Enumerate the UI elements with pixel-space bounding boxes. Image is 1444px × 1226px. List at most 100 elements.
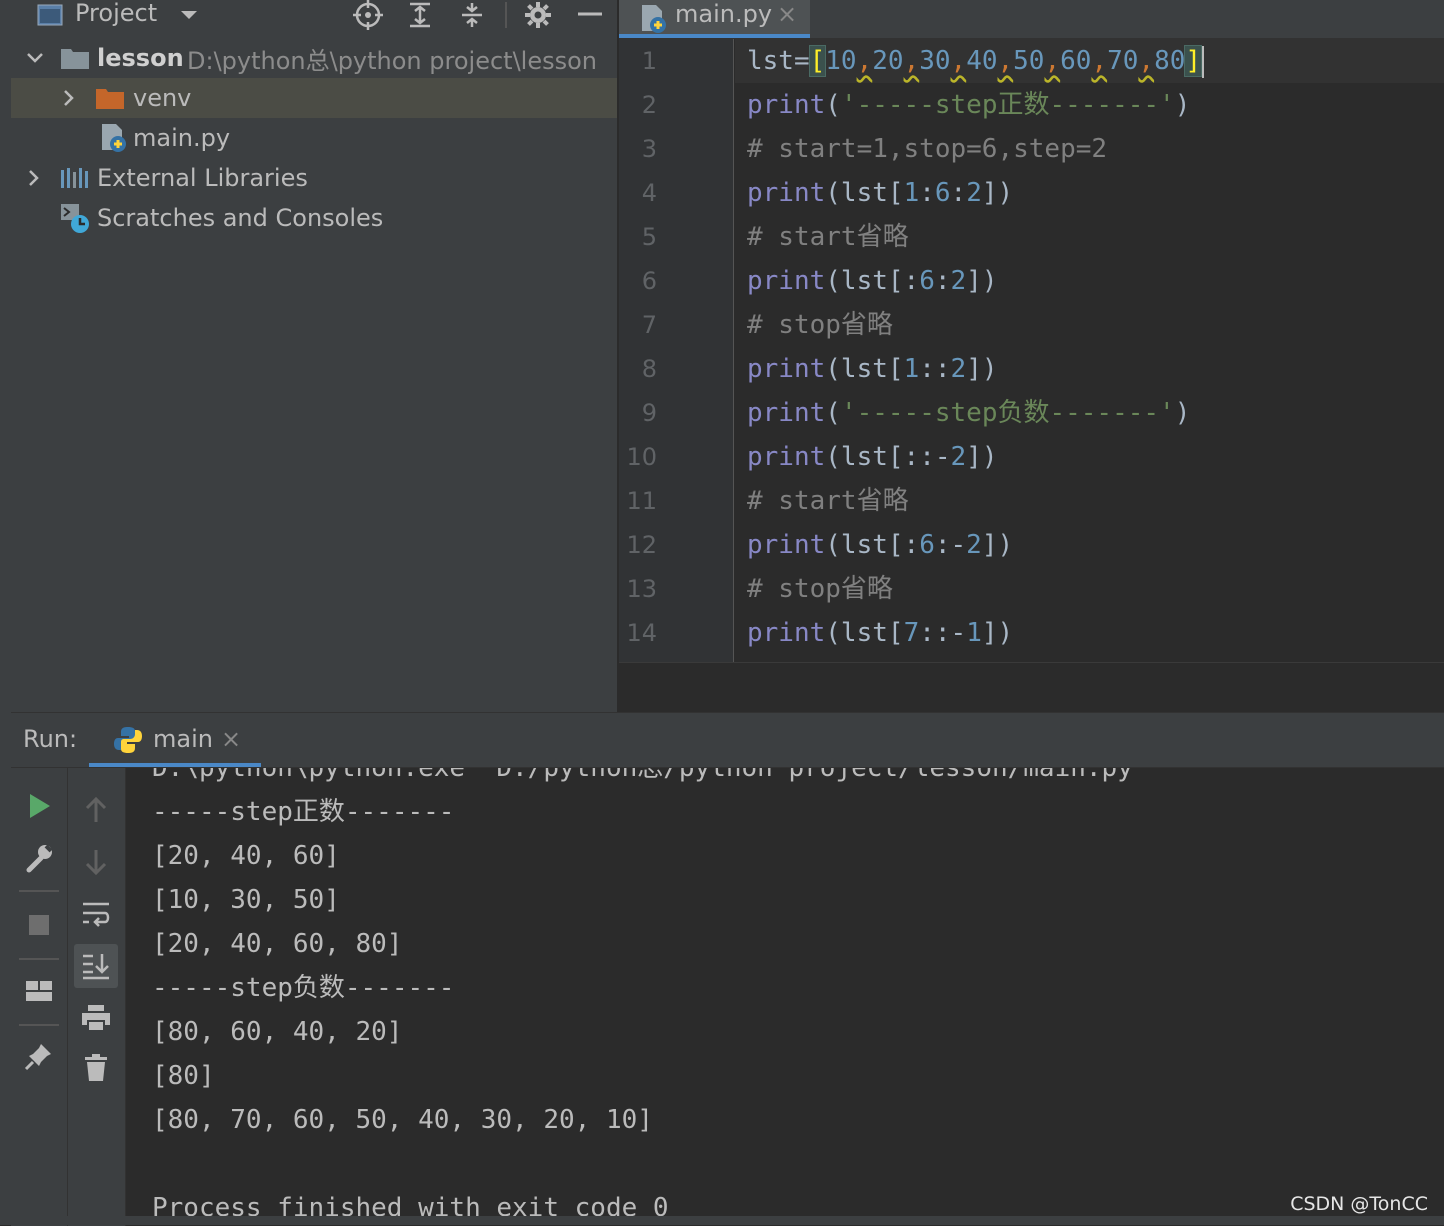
arrow-down-icon[interactable] bbox=[76, 842, 116, 882]
project-view-icon[interactable] bbox=[37, 0, 63, 30]
code-line[interactable]: lst=[10,20,30,40,50,60,70,80] bbox=[747, 39, 1205, 83]
code-token: 20 bbox=[872, 46, 904, 76]
tree-row-main-py[interactable]: main.py bbox=[11, 118, 617, 158]
code-line[interactable]: # start省略 bbox=[747, 215, 909, 259]
code-token: (lst[::- bbox=[825, 442, 951, 472]
close-icon[interactable]: × bbox=[777, 0, 797, 28]
code-token: 6 bbox=[934, 178, 951, 208]
code-token: , bbox=[1044, 46, 1061, 76]
project-path: D:\python总\python project\lesson bbox=[187, 46, 597, 75]
code-token: ]) bbox=[981, 530, 1014, 560]
code-token: 2 bbox=[950, 442, 967, 472]
run-panel: Run: main × D:\python\python.exe D:/pyth… bbox=[11, 712, 1444, 1226]
code-line[interactable]: # start省略 bbox=[747, 479, 909, 523]
code-line[interactable]: print(lst[1::2]) bbox=[747, 347, 998, 391]
console-line: [20, 40, 60] bbox=[152, 841, 340, 871]
tree-row-scratches[interactable]: Scratches and Consoles bbox=[11, 198, 617, 238]
code-token: , bbox=[1091, 46, 1108, 76]
line-number: 8 bbox=[641, 355, 657, 383]
code-line[interactable]: print(lst[7::-1]) bbox=[747, 611, 1013, 655]
python-icon bbox=[113, 725, 143, 759]
code-token: ]) bbox=[981, 178, 1014, 208]
run-panel-header: Run: main × bbox=[11, 713, 1444, 768]
code-area[interactable]: lst=[10,20,30,40,50,60,70,80] print('----… bbox=[735, 39, 1444, 662]
tab-main-py[interactable]: main.py × bbox=[619, 0, 810, 38]
code-token: (lst[ bbox=[825, 354, 904, 384]
project-panel: Project lesson D:\python总\python project… bbox=[11, 0, 618, 712]
run-toolbar-primary bbox=[11, 768, 68, 1226]
code-token: 2 bbox=[950, 266, 967, 296]
tree-row-lesson[interactable]: lesson D:\python总\python project\lesson bbox=[11, 38, 617, 78]
code-token: # start=1,stop=6,step=2 bbox=[747, 134, 1108, 164]
tree-label-venv: venv bbox=[133, 84, 192, 112]
arrow-up-icon[interactable] bbox=[76, 790, 116, 830]
tree-row-venv[interactable]: venv bbox=[11, 78, 617, 118]
code-token: lst= bbox=[747, 46, 810, 76]
code-token: , bbox=[856, 46, 873, 76]
code-token: 7 bbox=[903, 618, 920, 648]
chevron-down-icon[interactable] bbox=[25, 48, 45, 68]
trash-icon[interactable] bbox=[76, 1048, 116, 1088]
tab-active-indicator bbox=[619, 34, 810, 38]
scroll-to-end-icon[interactable] bbox=[74, 944, 118, 988]
code-token: (lst[: bbox=[825, 266, 920, 296]
code-line[interactable]: print('-----step负数-------') bbox=[747, 391, 1190, 435]
stop-icon[interactable] bbox=[19, 905, 59, 945]
code-token: : bbox=[919, 178, 935, 208]
wrench-icon[interactable] bbox=[19, 838, 59, 878]
pin-icon[interactable] bbox=[19, 1036, 59, 1076]
code-line[interactable]: # stop省略 bbox=[747, 303, 893, 347]
code-token: print bbox=[747, 90, 826, 120]
chevron-right-icon[interactable] bbox=[59, 88, 79, 108]
expand-all-icon[interactable] bbox=[407, 0, 433, 30]
console-output[interactable]: D:\python\python.exe D:/python总/python p… bbox=[126, 768, 1444, 1226]
code-token: ) bbox=[1174, 398, 1191, 428]
text-caret bbox=[1202, 45, 1205, 78]
chevron-down-icon[interactable] bbox=[179, 0, 199, 30]
code-line[interactable]: # stop省略 bbox=[747, 567, 893, 611]
code-token: 6 bbox=[919, 530, 935, 560]
code-line[interactable]: print(lst[:6:-2]) bbox=[747, 523, 1013, 567]
tree-label-lesson: lesson bbox=[97, 44, 184, 72]
line-number-gutter: 1 2 3 4 5 6 7 8 9 10 11 12 13 14 bbox=[619, 39, 734, 662]
run-label: Run: bbox=[23, 725, 78, 753]
print-icon[interactable] bbox=[76, 998, 116, 1038]
header-divider bbox=[505, 2, 507, 28]
code-token: ( bbox=[825, 398, 841, 428]
close-icon[interactable]: × bbox=[221, 725, 241, 753]
code-token: ( bbox=[825, 90, 841, 120]
code-token: 40 bbox=[966, 46, 998, 76]
line-number: 5 bbox=[641, 223, 657, 251]
code-token: : bbox=[950, 178, 967, 208]
project-panel-header: Project bbox=[11, 0, 617, 34]
code-token: print bbox=[747, 530, 826, 560]
tree-row-external-libraries[interactable]: External Libraries bbox=[11, 158, 617, 198]
chevron-right-icon[interactable] bbox=[24, 168, 44, 188]
collapse-all-icon[interactable] bbox=[459, 0, 485, 30]
code-token: , bbox=[1138, 46, 1155, 76]
code-line[interactable]: print('-----step正数-------') bbox=[747, 83, 1190, 127]
toolbar-separator bbox=[19, 958, 59, 960]
code-line[interactable]: print(lst[:6:2]) bbox=[747, 259, 997, 303]
locate-file-icon[interactable] bbox=[353, 0, 383, 30]
code-token: ] bbox=[1184, 45, 1203, 77]
layout-icon[interactable] bbox=[19, 971, 59, 1011]
run-tab-label[interactable]: main bbox=[153, 725, 213, 753]
minimize-icon[interactable] bbox=[577, 0, 603, 30]
toolbar-separator bbox=[19, 890, 59, 892]
rerun-icon[interactable] bbox=[19, 786, 59, 826]
console-line: D:\python\python.exe D:/python总/python p… bbox=[152, 768, 1133, 783]
soft-wrap-icon[interactable] bbox=[76, 894, 116, 934]
code-line[interactable]: # start=1,stop=6,step=2 bbox=[747, 127, 1107, 171]
editor: main.py × 1 2 3 4 5 6 7 8 9 10 11 12 13 14 lst=[10,20… bbox=[619, 0, 1444, 713]
code-line[interactable]: print(lst[1:6:2]) bbox=[747, 171, 1013, 215]
code-token: print bbox=[747, 398, 826, 428]
project-view-title[interactable]: Project bbox=[75, 0, 157, 28]
code-token: (lst[: bbox=[825, 530, 920, 560]
code-line[interactable]: print(lst[::-2]) bbox=[747, 435, 997, 479]
gear-icon[interactable] bbox=[524, 0, 552, 30]
toolbar-separator bbox=[19, 1024, 59, 1026]
line-number: 4 bbox=[641, 179, 657, 207]
console-line: [80, 60, 40, 20] bbox=[152, 1017, 403, 1047]
code-token: :: bbox=[919, 354, 951, 384]
